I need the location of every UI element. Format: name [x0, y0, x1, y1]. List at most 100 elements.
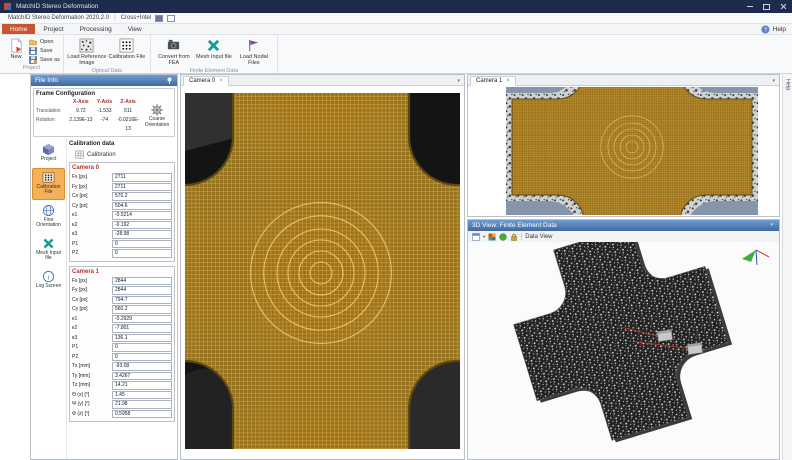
parameter-label: Fy [px]	[72, 184, 112, 190]
pin-icon[interactable]	[166, 77, 173, 85]
parameter-value-field[interactable]: 560.2	[112, 305, 172, 314]
parameter-value-field[interactable]: -0.192	[112, 221, 172, 230]
parameter-value-field[interactable]: -0.5214	[112, 211, 172, 220]
view3d-scene	[468, 242, 779, 459]
help-icon: ?	[761, 25, 770, 34]
parameter-value-field[interactable]: 0	[112, 343, 172, 352]
camera1-tab-close-icon[interactable]: ×	[506, 78, 510, 84]
parameter-value-field[interactable]: 14.21	[112, 381, 172, 390]
new-label: New	[10, 54, 21, 60]
parameter-value-field[interactable]: 794.7	[112, 296, 172, 305]
parameter-value-field[interactable]: -28.98	[112, 230, 172, 239]
chevron-down-icon[interactable]: ▾	[772, 78, 777, 85]
sidebar-item-label: Project	[41, 157, 57, 163]
parameter-value-field[interactable]: -7.801	[112, 324, 172, 333]
camera0-tab[interactable]: Camera 0 ×	[183, 76, 229, 86]
sidebar-item-mesh-input-file[interactable]: Mesh Input file	[32, 234, 65, 266]
collapsed-help-tab[interactable]: Help	[785, 79, 791, 90]
chevron-down-icon[interactable]: ▾	[457, 78, 462, 85]
camera1-viewport[interactable]	[468, 86, 779, 216]
help-button[interactable]: ? Help	[761, 24, 792, 34]
minimize-button[interactable]	[741, 0, 758, 13]
chevron-down-icon[interactable]: ▾	[483, 234, 485, 240]
parameter-value-field[interactable]: 2711	[112, 173, 172, 182]
calibration-item[interactable]: Calibration	[75, 150, 175, 159]
parameter-value-field[interactable]: 1.45	[112, 391, 172, 400]
camera1-tab[interactable]: Camera 1 ×	[470, 76, 516, 86]
frame-configuration-title: Frame Configuration	[36, 91, 172, 97]
nodal-flag-icon	[246, 38, 261, 53]
color-map-icon[interactable]	[488, 233, 496, 241]
parameter-row: Fy [px] 2711	[72, 183, 172, 192]
parameter-value-field[interactable]: -0.2929	[112, 315, 172, 324]
camera0-marker	[657, 330, 672, 342]
parameter-label: Cx [px]	[72, 297, 112, 303]
minimize-icon	[747, 6, 753, 7]
tab-home[interactable]: Home	[2, 24, 35, 34]
parameter-label: κ1	[72, 212, 112, 218]
load-nodal-files-button[interactable]: Load Nodal Files	[234, 36, 274, 67]
parameter-label: Cy [px]	[72, 203, 112, 209]
parameter-value-field[interactable]: 2844	[112, 277, 172, 286]
rotation-x-value: 2.139E-13	[69, 116, 93, 134]
parameter-value-field[interactable]: 2711	[112, 183, 172, 192]
save-button[interactable]: Save	[29, 47, 60, 55]
close-button[interactable]	[775, 0, 792, 13]
parameter-label: Ψ (y) [°]	[72, 401, 112, 407]
open-button[interactable]: Open	[29, 38, 60, 46]
parameter-value-field[interactable]: 570.2	[112, 192, 172, 201]
maximize-button[interactable]	[758, 0, 775, 13]
parameter-label: Φ (z) [°]	[72, 411, 112, 417]
parameter-value-field[interactable]: 0	[112, 240, 172, 249]
parameter-value-field[interactable]: 0	[112, 249, 172, 258]
frame-configuration-box: Frame Configuration X-Axis Y-Axis Z-Axis…	[33, 88, 175, 137]
sidebar-item-calibration-file[interactable]: Calibration File	[32, 168, 65, 200]
window-title: MatchID Stereo Deformation	[16, 3, 98, 10]
parameter-row: Ty [mm] 3.4267	[72, 372, 172, 381]
tab-project[interactable]: Project	[35, 24, 71, 34]
open-label: Open	[40, 39, 53, 45]
tab-processing[interactable]: Processing	[72, 24, 120, 34]
ribbon: New Open Save Save as	[0, 35, 792, 74]
parameter-value-field[interactable]: 0	[112, 353, 172, 362]
quick-access-button-2[interactable]	[167, 15, 175, 22]
coarse-orientation-button[interactable]: Coarse Orientation	[142, 98, 172, 134]
lock-icon[interactable]	[510, 233, 518, 241]
new-button[interactable]: New	[3, 36, 29, 64]
camera1-tab-label: Camera 1	[476, 78, 502, 84]
sidebar-item-fine-orientation[interactable]: Fine Orientation	[32, 201, 65, 233]
camera0-image	[185, 93, 460, 449]
parameter-value-field[interactable]: -93.08	[112, 362, 172, 371]
file-info-title: File Info	[35, 77, 58, 84]
parameter-label: κ2	[72, 222, 112, 228]
rotation-y-value: -74	[93, 116, 117, 134]
quick-access-bar: MatchID Stereo Deformation 2020.2.0 | Cr…	[0, 13, 792, 24]
camera0-viewport[interactable]	[181, 86, 464, 459]
parameter-value-field[interactable]: 21.98	[112, 400, 172, 409]
parameter-value-field[interactable]: 3.4267	[112, 372, 172, 381]
parameter-value-field[interactable]: 136.1	[112, 334, 172, 343]
chevron-down-icon[interactable]: ▾	[770, 222, 775, 229]
calibration-item-label: Calibration	[87, 152, 116, 158]
parameter-value-field[interactable]: 2844	[112, 286, 172, 295]
sidebar-item-log-screen[interactable]: i Log Screen	[32, 267, 65, 294]
sidebar-item-project[interactable]: Project	[32, 140, 65, 167]
load-reference-image-button[interactable]: Load Reference Image	[67, 36, 107, 67]
camera0-tab-close-icon[interactable]: ×	[219, 78, 223, 84]
view-mode-icon[interactable]	[472, 233, 480, 241]
calibration-file-button[interactable]: Calibration File	[107, 36, 147, 67]
view3d-viewport[interactable]	[468, 242, 779, 459]
mesh-input-file-button[interactable]: Mesh Input file	[194, 36, 234, 67]
sphere-icon[interactable]	[499, 233, 507, 241]
camera0-tab-label: Camera 0	[189, 78, 215, 84]
app-logo-icon	[4, 3, 11, 10]
parameter-row: Cx [px] 794.7	[72, 296, 172, 305]
quick-access-button-1[interactable]	[155, 15, 163, 22]
tab-view[interactable]: View	[120, 24, 150, 34]
parameter-value-field[interactable]: 0.5958	[112, 410, 172, 419]
save-as-button[interactable]: Save as	[29, 56, 60, 64]
calibration-file-label: Calibration File	[109, 54, 146, 60]
convert-from-fea-button[interactable]: Convert from FEA	[154, 36, 194, 67]
parameter-value-field[interactable]: 504.6	[112, 202, 172, 211]
parameter-row: Ψ (y) [°] 21.98	[72, 400, 172, 409]
